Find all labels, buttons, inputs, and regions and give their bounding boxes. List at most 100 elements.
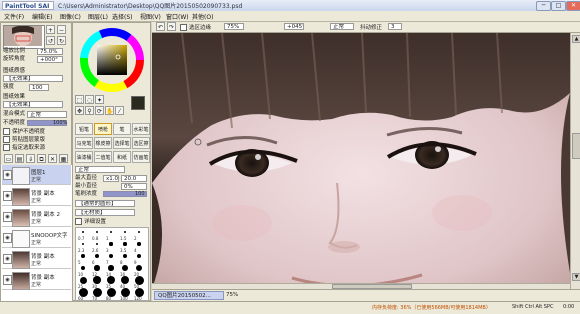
brush-size-dot[interactable] (81, 230, 84, 233)
magic-wand-icon[interactable]: ✦ (95, 95, 104, 104)
zoom-out-icon[interactable]: − (57, 25, 66, 34)
move-tool-icon[interactable]: ✥ (75, 106, 84, 115)
brush-size-dot[interactable] (106, 275, 116, 285)
angle-value[interactable]: +000° (37, 56, 63, 63)
vertical-scrollbar[interactable]: ▲ ▼ (570, 33, 580, 289)
brush-size-dot[interactable] (79, 276, 87, 284)
layer-item[interactable]: ◉ 背景 副本 正常 (2, 186, 71, 206)
menu-window[interactable]: 窗口(W) (166, 12, 189, 21)
visibility-eye-icon[interactable]: ◉ (3, 254, 12, 264)
visibility-eye-icon[interactable]: ◉ (3, 170, 12, 180)
brush-texture-select[interactable]: 【无材质】 (75, 209, 135, 216)
menu-other[interactable]: 其他(O) (192, 12, 213, 21)
stabilizer-value[interactable]: 3 (388, 23, 402, 30)
zoom-tool-icon[interactable]: ⚲ (85, 106, 94, 115)
menu-edit[interactable]: 编辑(E) (32, 12, 52, 21)
brush-size-dot[interactable] (120, 275, 130, 285)
hand-tool-icon[interactable]: ✋ (105, 106, 114, 115)
brush-pen[interactable]: 笔 (113, 123, 131, 135)
check-preserve-opacity[interactable]: 保护不透明度 (3, 128, 45, 136)
texture-select[interactable]: 【无效果】 (3, 75, 63, 82)
brush-washi[interactable]: 和纸 (113, 151, 131, 163)
minimize-button[interactable]: ─ (536, 1, 551, 11)
delete-layer-icon[interactable]: ✕ (48, 154, 57, 163)
vertical-scroll-thumb[interactable] (572, 133, 580, 159)
brush-binary[interactable]: 二值笔 (94, 151, 112, 163)
foreground-color-swatch[interactable] (131, 96, 145, 110)
brush-eraser[interactable]: 橡皮擦 (94, 137, 112, 149)
visibility-eye-icon[interactable]: ◉ (3, 233, 12, 243)
brush-size-dot[interactable] (109, 230, 113, 234)
brush-select-eraser[interactable]: 选区擦 (132, 137, 150, 149)
lasso-tool-icon[interactable]: ◌ (85, 95, 94, 104)
selection-tool-icon[interactable]: ⬚ (75, 95, 84, 104)
canvas-blend-mode[interactable]: 正常 (330, 23, 354, 30)
brush-size-dot[interactable] (136, 253, 142, 259)
brush-size-dot[interactable] (81, 242, 85, 246)
new-layer-icon[interactable]: ▭ (4, 154, 13, 163)
brush-size-dot[interactable] (135, 264, 143, 272)
color-wheel[interactable] (79, 27, 145, 93)
brush-size-dot[interactable] (122, 253, 128, 259)
drawing-canvas[interactable] (152, 33, 570, 289)
maximize-button[interactable]: □ (551, 1, 566, 11)
brush-mode-select[interactable]: 正常 (75, 166, 125, 173)
menu-file[interactable]: 文件(F) (4, 12, 24, 21)
brush-size-dot[interactable] (137, 242, 141, 246)
brush-size-value[interactable]: 20.0 (121, 175, 147, 182)
brush-size-dot[interactable] (137, 230, 141, 234)
check-clipping[interactable]: 剪贴图层蒙版 (3, 136, 45, 144)
brush-size-dot[interactable] (95, 230, 99, 234)
visibility-eye-icon[interactable]: ◉ (3, 275, 12, 285)
brush-pencil[interactable]: 铅笔 (75, 123, 93, 135)
scroll-down-icon[interactable]: ▼ (572, 273, 580, 281)
effect-select[interactable]: 【无效果】 (3, 101, 63, 108)
brush-size-dot[interactable] (81, 254, 85, 258)
rotate-right-icon[interactable]: ↻ (57, 36, 66, 45)
blend-mode-select[interactable]: 正常 (27, 111, 67, 118)
brush-size-dot[interactable] (80, 265, 86, 271)
rotate-left-icon[interactable]: ↺ (46, 36, 55, 45)
zoom-value[interactable]: 75.0% (37, 48, 63, 55)
new-folder-icon[interactable]: ▤ (15, 154, 24, 163)
undo-icon[interactable]: ↶ (156, 22, 165, 31)
brush-bucket[interactable]: 油漆桶 (75, 151, 93, 163)
brush-imitate[interactable]: 仿画笔 (132, 151, 150, 163)
brush-size-dot[interactable] (123, 242, 127, 246)
brush-size-palette[interactable]: 0.7 0.8 1 1.5 2 2.3 2.6 3 3.5 4 5 6 7 8 9 10 12 14 16 20 25 3… (75, 227, 149, 301)
check-selection-source[interactable]: 指定选取来源 (3, 144, 45, 152)
scroll-up-icon[interactable]: ▲ (572, 35, 580, 43)
close-button[interactable]: ✕ (566, 1, 580, 11)
merge-layer-icon[interactable]: ⇓ (26, 154, 35, 163)
brush-size-dot[interactable] (93, 276, 101, 284)
brush-min-size-value[interactable]: 0% (121, 183, 147, 190)
menu-image[interactable]: 图像(C) (60, 12, 81, 21)
antialias-checkbox[interactable]: 选区边缘 (180, 23, 211, 31)
redo-icon[interactable]: ↷ (167, 22, 176, 31)
brush-select-pen[interactable]: 选择笔 (113, 137, 131, 149)
layer-item[interactable]: ◉ SINOOOP文字 正常 (2, 228, 71, 248)
layer-item[interactable]: ◉ 背景 副本 正常 (2, 249, 71, 269)
brush-airbrush[interactable]: 喷枪 (94, 123, 112, 135)
brush-size-dot[interactable] (109, 242, 113, 246)
brush-size-dot[interactable] (108, 265, 114, 271)
navigator-preview[interactable] (3, 25, 45, 49)
brush-marker[interactable]: 马克笔 (75, 137, 93, 149)
layer-item[interactable]: ◉ 背景 副本 2 正常 (2, 207, 71, 227)
layer-item[interactable]: ◉ 背景 副本 正常 (2, 270, 71, 290)
clear-layer-icon[interactable]: ▦ (59, 154, 68, 163)
menu-select[interactable]: 选择(S) (112, 12, 133, 21)
brush-detail-toggle[interactable]: 详细设置 (75, 218, 106, 226)
brush-size-dot[interactable] (108, 253, 114, 259)
zoom-in-icon[interactable]: + (46, 25, 55, 34)
brush-size-multiplier[interactable]: x1.0 (103, 175, 119, 182)
visibility-eye-icon[interactable]: ◉ (3, 212, 12, 222)
brush-size-dot[interactable] (95, 254, 99, 258)
menu-view[interactable]: 视图(V) (140, 12, 161, 21)
duplicate-layer-icon[interactable]: ⧉ (37, 154, 46, 163)
menu-layer[interactable]: 图层(L) (88, 12, 108, 21)
strength-value[interactable]: 100 (29, 84, 49, 91)
canvas-tab[interactable]: QQ图片20150502... (154, 291, 224, 300)
eyedropper-icon[interactable]: ⁄ (115, 106, 124, 115)
brush-shape-select[interactable]: 【通常的圆形】 (75, 200, 135, 207)
